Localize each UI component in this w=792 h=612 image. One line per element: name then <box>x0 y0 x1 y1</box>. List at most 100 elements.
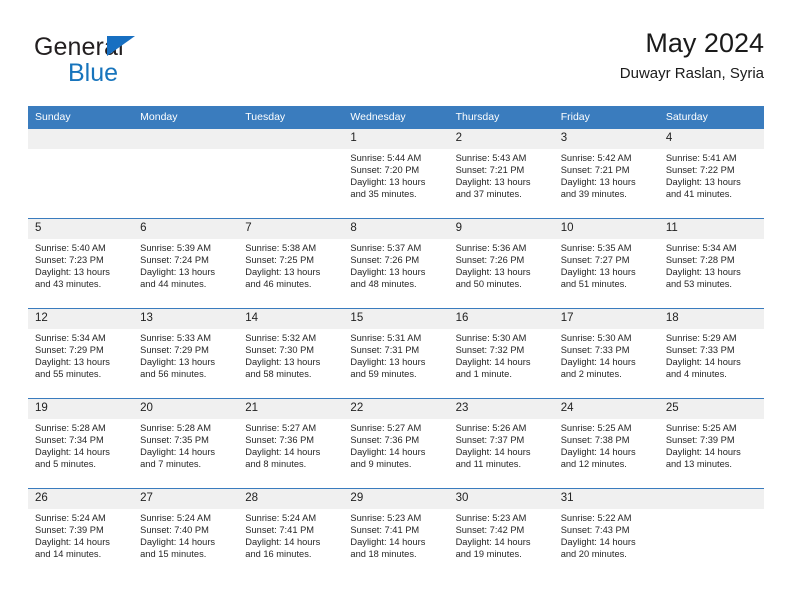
day-cell-content: 16 Sunrise: 5:30 AM Sunset: 7:32 PM Dayligh… <box>448 309 554 398</box>
calendar-day-cell[interactable]: 6 Sunrise: 5:39 AM Sunset: 7:24 PM Daylight… <box>133 218 239 309</box>
calendar-day-cell[interactable]: 15 Sunrise: 5:31 AM Sunset: 7:31 PM Dayligh… <box>343 308 449 399</box>
sunrise-text: Sunrise: 5:36 AM <box>455 243 527 253</box>
daylight-text-line2: and 37 minutes. <box>455 189 522 200</box>
calendar-day-cell[interactable]: 24 Sunrise: 5:25 AM Sunset: 7:38 PM Dayligh… <box>553 398 659 489</box>
daylight-text-line2: and 56 minutes. <box>140 369 207 380</box>
day-number <box>238 129 344 149</box>
day-sun-info: Sunrise: 5:30 AM Sunset: 7:33 PM Daylight:… <box>554 329 659 380</box>
day-sun-info: Sunrise: 5:30 AM Sunset: 7:32 PM Daylight:… <box>449 329 554 380</box>
daylight-text-line2: and 4 minutes. <box>665 369 727 380</box>
calendar-day-cell[interactable]: 8 Sunrise: 5:37 AM Sunset: 7:26 PM Daylight… <box>343 218 449 309</box>
calendar-day-cell[interactable]: 30 Sunrise: 5:23 AM Sunset: 7:42 PM Dayligh… <box>448 488 554 579</box>
calendar-day-cell[interactable]: 17 Sunrise: 5:30 AM Sunset: 7:33 PM Dayligh… <box>553 308 659 399</box>
daylight-text-line2: and 1 minute. <box>455 369 512 380</box>
day-cell-content: 3 Sunrise: 5:42 AM Sunset: 7:21 PM Daylight… <box>553 129 659 218</box>
calendar-day-cell[interactable]: 12 Sunrise: 5:34 AM Sunset: 7:29 PM Dayligh… <box>28 308 134 399</box>
daylight-text-line1: Daylight: 13 hours <box>455 177 531 188</box>
day-sun-info: Sunrise: 5:38 AM Sunset: 7:25 PM Daylight:… <box>238 239 343 290</box>
daylight-text-line2: and 39 minutes. <box>560 189 627 200</box>
day-sun-info: Sunrise: 5:41 AM Sunset: 7:22 PM Daylight:… <box>659 149 764 200</box>
calendar-day-cell[interactable]: 18 Sunrise: 5:29 AM Sunset: 7:33 PM Dayligh… <box>658 308 764 399</box>
sunset-text: Sunset: 7:34 PM <box>35 435 104 446</box>
weekday-header-monday: Monday <box>133 106 239 129</box>
day-number: 28 <box>238 489 344 509</box>
calendar-day-cell[interactable]: 26 Sunrise: 5:24 AM Sunset: 7:39 PM Dayligh… <box>28 488 134 579</box>
day-sun-info: Sunrise: 5:25 AM Sunset: 7:39 PM Daylight:… <box>659 419 764 470</box>
calendar-day-cell[interactable]: 5 Sunrise: 5:40 AM Sunset: 7:23 PM Daylight… <box>28 218 134 309</box>
day-number: 10 <box>553 219 659 239</box>
day-cell-content: 12 Sunrise: 5:34 AM Sunset: 7:29 PM Dayligh… <box>28 309 134 398</box>
daylight-text-line2: and 48 minutes. <box>350 279 417 290</box>
day-sun-info: Sunrise: 5:24 AM Sunset: 7:39 PM Daylight:… <box>28 509 133 560</box>
sunset-text: Sunset: 7:28 PM <box>665 255 735 266</box>
calendar-day-cell[interactable]: 27 Sunrise: 5:24 AM Sunset: 7:40 PM Dayligh… <box>133 488 239 579</box>
calendar-week-row: 5 Sunrise: 5:40 AM Sunset: 7:23 PM Daylight… <box>28 218 764 309</box>
day-sun-info: Sunrise: 5:24 AM Sunset: 7:40 PM Daylight:… <box>133 509 238 560</box>
calendar-day-cell[interactable]: 23 Sunrise: 5:26 AM Sunset: 7:37 PM Dayligh… <box>448 398 554 489</box>
sunset-text: Sunset: 7:29 PM <box>140 345 209 356</box>
day-sun-info: Sunrise: 5:42 AM Sunset: 7:21 PM Daylight:… <box>554 149 659 200</box>
sunset-text: Sunset: 7:27 PM <box>560 255 630 266</box>
calendar-day-cell[interactable]: 14 Sunrise: 5:32 AM Sunset: 7:30 PM Dayligh… <box>238 308 344 399</box>
day-cell-content: 6 Sunrise: 5:39 AM Sunset: 7:24 PM Daylight… <box>133 219 239 308</box>
sunrise-text: Sunrise: 5:29 AM <box>665 333 737 343</box>
sunset-text: Sunset: 7:23 PM <box>35 255 104 266</box>
day-cell-content: 24 Sunrise: 5:25 AM Sunset: 7:38 PM Dayligh… <box>553 399 659 488</box>
calendar-day-cell[interactable]: 3 Sunrise: 5:42 AM Sunset: 7:21 PM Daylight… <box>553 128 659 219</box>
sunset-text: Sunset: 7:40 PM <box>140 525 209 536</box>
calendar-day-cell[interactable]: 4 Sunrise: 5:41 AM Sunset: 7:22 PM Daylight… <box>658 128 764 219</box>
day-cell-content: 2 Sunrise: 5:43 AM Sunset: 7:21 PM Daylight… <box>448 129 554 218</box>
calendar-day-cell[interactable]: 2 Sunrise: 5:43 AM Sunset: 7:21 PM Daylight… <box>448 128 554 219</box>
sunrise-text: Sunrise: 5:41 AM <box>665 153 737 163</box>
sunrise-text: Sunrise: 5:27 AM <box>350 423 422 433</box>
day-number <box>658 489 764 509</box>
calendar-week-row: 1 Sunrise: 5:44 AM Sunset: 7:20 PM Daylight… <box>28 128 764 219</box>
calendar-week-row: 12 Sunrise: 5:34 AM Sunset: 7:29 PM Dayligh… <box>28 308 764 399</box>
page-title: May 2024 <box>645 28 764 58</box>
sunset-text: Sunset: 7:24 PM <box>140 255 209 266</box>
daylight-text-line1: Daylight: 14 hours <box>350 447 426 458</box>
calendar-day-cell[interactable]: 1 Sunrise: 5:44 AM Sunset: 7:20 PM Daylight… <box>343 128 449 219</box>
calendar-day-cell[interactable]: 29 Sunrise: 5:23 AM Sunset: 7:41 PM Dayligh… <box>343 488 449 579</box>
sunrise-text: Sunrise: 5:23 AM <box>350 513 422 523</box>
calendar-day-cell[interactable]: 28 Sunrise: 5:24 AM Sunset: 7:41 PM Dayligh… <box>238 488 344 579</box>
sunrise-text: Sunrise: 5:23 AM <box>455 513 527 523</box>
daylight-text-line2: and 7 minutes. <box>140 459 202 470</box>
calendar-day-cell[interactable]: 9 Sunrise: 5:36 AM Sunset: 7:26 PM Daylight… <box>448 218 554 309</box>
page-header: General Blue May 2024 Duwayr Raslan, Syr… <box>28 26 764 96</box>
calendar-day-cell[interactable]: 20 Sunrise: 5:28 AM Sunset: 7:35 PM Dayligh… <box>133 398 239 489</box>
day-sun-info: Sunrise: 5:26 AM Sunset: 7:37 PM Daylight:… <box>449 419 554 470</box>
calendar-day-cell[interactable]: 21 Sunrise: 5:27 AM Sunset: 7:36 PM Dayligh… <box>238 398 344 489</box>
daylight-text-line2: and 8 minutes. <box>245 459 307 470</box>
sunrise-text: Sunrise: 5:42 AM <box>560 153 632 163</box>
daylight-text-line2: and 46 minutes. <box>245 279 312 290</box>
daylight-text-line2: and 43 minutes. <box>35 279 102 290</box>
calendar-day-cell[interactable]: 16 Sunrise: 5:30 AM Sunset: 7:32 PM Dayligh… <box>448 308 554 399</box>
day-sun-info: Sunrise: 5:43 AM Sunset: 7:21 PM Daylight:… <box>449 149 554 200</box>
sunset-text: Sunset: 7:29 PM <box>35 345 104 356</box>
day-sun-info: Sunrise: 5:23 AM Sunset: 7:41 PM Daylight:… <box>343 509 448 560</box>
daylight-text-line1: Daylight: 14 hours <box>245 537 321 548</box>
daylight-text-line1: Daylight: 14 hours <box>560 357 636 368</box>
calendar-day-cell[interactable]: 10 Sunrise: 5:35 AM Sunset: 7:27 PM Dayligh… <box>553 218 659 309</box>
day-sun-info: Sunrise: 5:36 AM Sunset: 7:26 PM Daylight:… <box>449 239 554 290</box>
calendar-empty-cell <box>28 128 134 219</box>
day-cell-content: 1 Sunrise: 5:44 AM Sunset: 7:20 PM Daylight… <box>343 129 449 218</box>
day-cell-content: 29 Sunrise: 5:23 AM Sunset: 7:41 PM Dayligh… <box>343 489 449 578</box>
calendar-day-cell[interactable]: 7 Sunrise: 5:38 AM Sunset: 7:25 PM Daylight… <box>238 218 344 309</box>
calendar-day-cell[interactable]: 22 Sunrise: 5:27 AM Sunset: 7:36 PM Dayligh… <box>343 398 449 489</box>
sunset-text: Sunset: 7:35 PM <box>140 435 209 446</box>
calendar-day-cell[interactable]: 13 Sunrise: 5:33 AM Sunset: 7:29 PM Dayligh… <box>133 308 239 399</box>
calendar-day-cell[interactable]: 31 Sunrise: 5:22 AM Sunset: 7:43 PM Dayligh… <box>553 488 659 579</box>
calendar-day-cell[interactable]: 11 Sunrise: 5:34 AM Sunset: 7:28 PM Dayligh… <box>658 218 764 309</box>
daylight-text-line1: Daylight: 14 hours <box>35 537 110 548</box>
sunrise-text: Sunrise: 5:25 AM <box>560 423 632 433</box>
calendar-day-cell[interactable]: 19 Sunrise: 5:28 AM Sunset: 7:34 PM Dayligh… <box>28 398 134 489</box>
daylight-text-line1: Daylight: 13 hours <box>245 357 321 368</box>
day-sun-info: Sunrise: 5:44 AM Sunset: 7:20 PM Daylight:… <box>343 149 448 200</box>
calendar-day-cell[interactable]: 25 Sunrise: 5:25 AM Sunset: 7:39 PM Dayligh… <box>658 398 764 489</box>
daylight-text-line2: and 51 minutes. <box>560 279 627 290</box>
day-cell-content: 5 Sunrise: 5:40 AM Sunset: 7:23 PM Daylight… <box>28 219 134 308</box>
logo-text-blue: Blue <box>68 59 119 87</box>
sunrise-text: Sunrise: 5:25 AM <box>665 423 737 433</box>
